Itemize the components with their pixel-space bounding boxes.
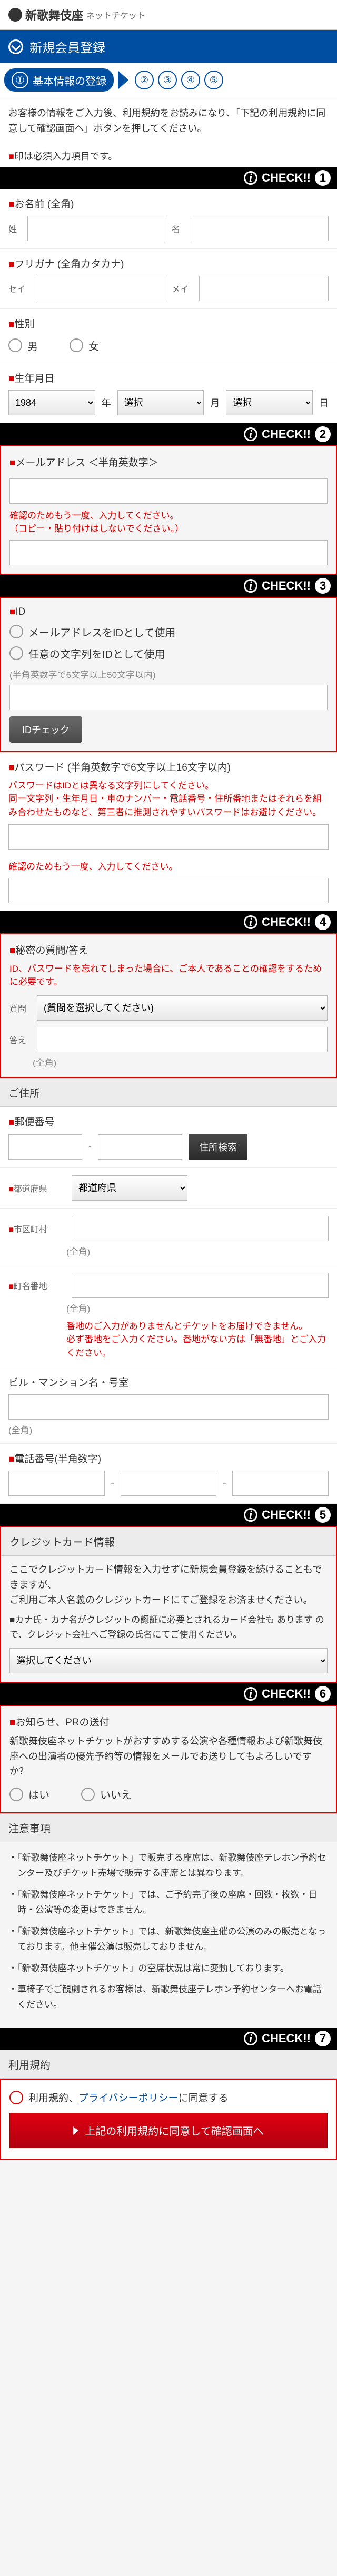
required-note: ■印は必須入力項目です。 [0,145,337,167]
notices-heading: 注意事項 [0,1813,337,1842]
lastname-kana-input[interactable] [36,276,165,301]
gender-field: ■性別 男 女 [0,309,337,363]
intro-text: お客様の情報をご入力後、利用規約をお読みになり、「下記の利用規約に同意して確認画… [0,97,337,145]
agree-checkbox[interactable]: 利用規約、プライバシーポリシーに同意する [9,2090,328,2104]
address-search-button[interactable]: 住所検索 [189,1134,247,1160]
step-2: ② [135,71,154,89]
pr-section: ■お知らせ、PRの送付 新歌舞伎座ネットチケットがおすすめする公演や各種情報およ… [0,1705,337,1813]
check-badge-3: iCHECK!!3 [0,575,337,597]
building-field: ビル・マンション名・号室 (全角) [0,1367,337,1444]
name-field: ■お名前 (全角) 姓 名 [0,189,337,249]
birth-month-select[interactable]: 選択 [117,390,204,415]
id-opt-email-radio[interactable]: メールアドレスをIDとして使用 [9,624,328,640]
creditcard-section: クレジットカード情報 ここでクレジットカード情報を入力せずに新規会員登録を続ける… [0,1526,337,1683]
page-title: 新規会員登録 [29,37,105,56]
lastname-input[interactable] [27,216,165,241]
password-confirm-input[interactable] [8,878,329,903]
notices-list: ・「新歌舞伎座ネットチケット」で販売する座席は、新歌舞伎座テレホン予約センター及… [0,1842,337,2028]
gender-female-radio[interactable]: 女 [70,338,99,353]
pr-yes-radio[interactable]: はい [9,1786,49,1802]
email-confirm-input[interactable] [9,540,328,565]
arrow-icon [118,71,128,89]
chevron-down-icon [8,39,23,54]
tel3-input[interactable] [232,1471,329,1496]
gender-male-radio[interactable]: 男 [8,338,38,353]
pref-field: ■都道府県都道府県 [0,1168,337,1209]
firstname-kana-input[interactable] [199,276,329,301]
checkbox-icon [9,2091,23,2104]
step-1-active: ① 基本情報の登録 [4,68,114,92]
firstname-input[interactable] [191,216,329,241]
id-opt-custom-radio[interactable]: 任意の文字列をIDとして使用 [9,646,328,661]
tel1-input[interactable] [8,1471,105,1496]
creditcard-select[interactable]: 選択してください [9,1648,328,1673]
id-input[interactable] [9,685,328,710]
secret-answer-input[interactable] [37,1027,328,1052]
email-input[interactable] [9,478,328,504]
town-input[interactable] [72,1273,329,1298]
city-input[interactable] [72,1216,329,1241]
check-badge-2: iCHECK!!2 [0,423,337,445]
pr-no-radio[interactable]: いいえ [81,1786,132,1802]
birth-field: ■生年月日 1984年 選択月 選択日 [0,363,337,423]
brand-sub: ネットチケット [86,8,145,21]
email-section: ■メールアドレス ＜半角英数字＞ 確認のためもう一度、入力してください。 （コピ… [0,445,337,575]
step-indicator: ① 基本情報の登録 ② ③ ④ ⑤ [0,63,337,97]
page-title-bar: 新規会員登録 [0,30,337,63]
zip1-input[interactable] [8,1134,82,1160]
logo-icon [8,8,22,22]
secret-question-select[interactable]: (質問を選択してください) [37,995,328,1021]
town-field: ■町名番地 (全角) 番地のご入力がありませんとチケットをお届けできません。 必… [0,1265,337,1368]
password-field: ■パスワード (半角英数字で6文字以上16文字以内) パスワードはIDとは異なる… [0,752,337,911]
prefecture-select[interactable]: 都道府県 [72,1175,187,1201]
check-badge-5: iCHECK!!5 [0,1504,337,1526]
step-5: ⑤ [204,71,223,89]
triangle-icon [73,2126,78,2135]
check-badge-7: iCHECK!!7 [0,2028,337,2050]
privacy-policy-link[interactable]: プライバシーポリシー [78,2093,179,2104]
step-4: ④ [181,71,200,89]
check-badge-4: iCHECK!!4 [0,911,337,933]
agree-section: 利用規約、プライバシーポリシーに同意する 上記の利用規約に同意して確認画面へ [0,2079,337,2160]
secret-section: ■秘密の質問/答え ID、パスワードを忘れてしまった場合に、ご本人であることの確… [0,933,337,1078]
password-input[interactable] [8,824,329,850]
zip-field: ■郵便番号 - 住所検索 [0,1107,337,1168]
tel2-input[interactable] [121,1471,217,1496]
building-input[interactable] [8,1394,329,1420]
site-header: 新歌舞伎座 ネットチケット [0,0,337,30]
city-field: ■市区町村 (全角) [0,1209,337,1265]
brand-main: 新歌舞伎座 [25,6,83,23]
id-section: ■ID メールアドレスをIDとして使用 任意の文字列をIDとして使用 (半角英数… [0,597,337,752]
address-heading: ご住所 [0,1078,337,1107]
submit-button[interactable]: 上記の利用規約に同意して確認画面へ [9,2113,328,2148]
check-badge-1: iCHECK!!1 [0,167,337,189]
birth-year-select[interactable]: 1984 [8,390,95,415]
tel-field: ■電話番号(半角数字) - - [0,1444,337,1504]
check-badge-6: iCHECK!!6 [0,1683,337,1705]
birth-day-select[interactable]: 選択 [226,390,313,415]
step-3: ③ [158,71,177,89]
zip2-input[interactable] [98,1134,182,1160]
id-check-button[interactable]: IDチェック [9,716,82,743]
kana-field: ■フリガナ (全角カタカナ) セイ メイ [0,249,337,309]
agree-heading: 利用規約 [0,2050,337,2079]
